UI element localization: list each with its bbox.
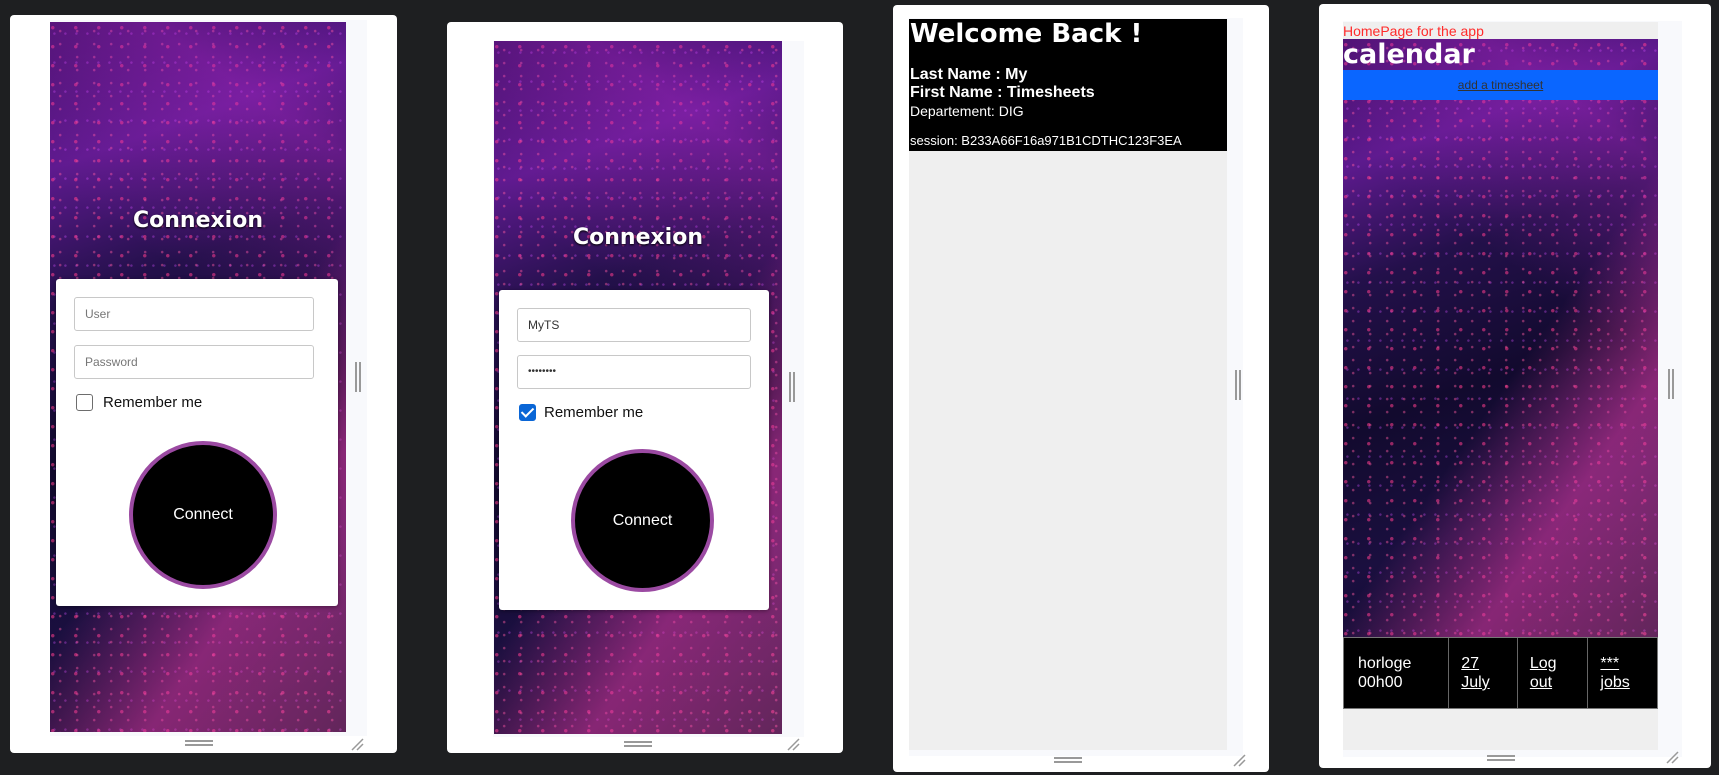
vertical-resize-handle[interactable] — [789, 372, 795, 402]
background-image: Connexion User Password Remember me Conn… — [50, 22, 346, 732]
connect-button[interactable]: Connect — [129, 441, 277, 589]
session-id: session: B233A66F16a971B1CDTHC123F3EA — [910, 133, 1182, 148]
login-panel-filled: Connexion MyTS •••••••• Remember me Conn… — [447, 22, 843, 753]
page-title: Connexion — [132, 208, 263, 233]
resize-corner-icon[interactable] — [786, 737, 800, 751]
logout-link[interactable]: Log out — [1518, 638, 1589, 708]
resize-corner-icon[interactable] — [1665, 750, 1679, 764]
connect-button[interactable]: Connect — [571, 449, 714, 592]
background-image — [1343, 39, 1658, 639]
user-input[interactable]: MyTS — [517, 308, 751, 342]
password-input[interactable]: Password — [74, 345, 314, 379]
user-info-box: Welcome Back ! Last Name : My First Name… — [909, 19, 1227, 151]
vertical-resize-handle[interactable] — [355, 362, 361, 392]
department: Departement: DIG — [910, 103, 1024, 119]
horizontal-resize-handle[interactable] — [1487, 755, 1515, 761]
resize-corner-icon[interactable] — [350, 737, 364, 751]
password-input[interactable]: •••••••• — [517, 355, 751, 389]
resize-corner-icon[interactable] — [1232, 753, 1246, 767]
login-panel-empty: Connexion User Password Remember me Conn… — [10, 15, 397, 753]
horizontal-resize-handle[interactable] — [185, 740, 213, 746]
add-timesheet-link[interactable]: add a timesheet — [1343, 70, 1658, 100]
remember-me-checkbox[interactable] — [76, 394, 93, 411]
horizontal-resize-handle[interactable] — [1054, 757, 1082, 763]
user-input[interactable]: User — [74, 297, 314, 331]
first-name: First Name : Timesheets — [910, 84, 1095, 101]
login-form: User Password Remember me Connect — [56, 279, 338, 606]
calendar-title: calendar — [1343, 39, 1475, 70]
remember-me-checkbox[interactable] — [519, 404, 536, 421]
clock-display: horloge 00h00 — [1344, 638, 1450, 708]
date-link[interactable]: 27 July — [1449, 638, 1518, 708]
last-name: Last Name : My — [910, 66, 1028, 83]
vertical-resize-handle[interactable] — [1668, 369, 1674, 399]
page-title: Connexion — [572, 225, 703, 250]
remember-me-label: Remember me — [103, 394, 203, 411]
welcome-heading: Welcome Back ! — [910, 19, 1143, 49]
horizontal-resize-handle[interactable] — [624, 741, 652, 747]
bottom-nav: horloge 00h00 27 July Log out *** jobs — [1343, 637, 1658, 709]
jobs-link[interactable]: *** jobs — [1588, 638, 1657, 708]
background-image: Connexion MyTS •••••••• Remember me Conn… — [494, 41, 782, 734]
welcome-panel: Welcome Back ! Last Name : My First Name… — [893, 5, 1269, 772]
remember-me-label: Remember me — [544, 404, 644, 421]
homepage-text: HomePage for the app — [1343, 23, 1484, 39]
login-form: MyTS •••••••• Remember me Connect — [499, 290, 769, 610]
home-panel: HomePage for the app calendar add a time… — [1319, 4, 1711, 768]
vertical-resize-handle[interactable] — [1235, 370, 1241, 400]
